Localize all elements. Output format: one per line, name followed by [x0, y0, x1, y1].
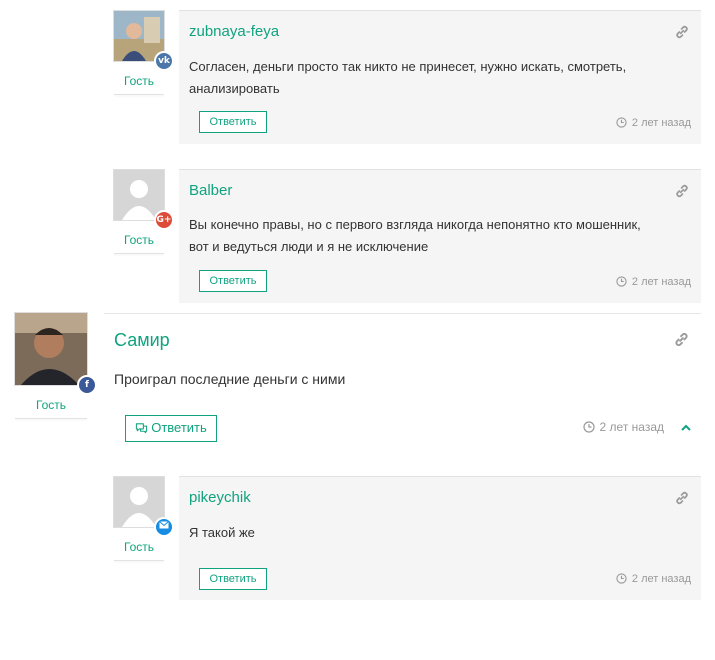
comment-author-block: f Гость: [14, 312, 97, 419]
comment-time: 2 лет назад: [616, 276, 691, 288]
divider: [114, 560, 164, 561]
link-icon[interactable]: [675, 25, 689, 44]
clock-icon: [582, 421, 595, 433]
comment-text: Я такой же: [189, 525, 255, 540]
link-icon[interactable]: [674, 332, 689, 352]
comment-text: Проиграл последние деньги с ними: [114, 371, 346, 387]
reply-button[interactable]: Ответить: [199, 568, 267, 590]
guest-label: Гость: [35, 398, 67, 412]
avatar[interactable]: vk: [113, 10, 174, 71]
comment-time: 2 лет назад: [582, 420, 664, 434]
guest-label: Гость: [123, 540, 155, 554]
comment-author-block: Гость: [102, 476, 176, 561]
comment-author-block: vk Гость: [102, 10, 176, 95]
comment-author-name[interactable]: Balber: [189, 182, 232, 199]
comment-text: Согласен, деньги просто так никто не при…: [189, 59, 627, 96]
divider: [15, 418, 87, 419]
comment-author-name[interactable]: zubnaya-feya: [189, 23, 279, 40]
comment-card: Самир Проиграл последние деньги с ними О…: [104, 313, 701, 448]
mail-icon[interactable]: [154, 517, 174, 537]
comment-text: Вы конечно правы, но с первого взгляда н…: [189, 217, 641, 254]
facebook-icon[interactable]: f: [77, 375, 97, 395]
guest-label: Гость: [123, 74, 155, 88]
guest-label: Гость: [123, 233, 155, 247]
clock-icon: [616, 573, 627, 584]
user-photo-icon: [15, 313, 87, 385]
comment-author-name[interactable]: Самир: [114, 330, 170, 351]
chat-icon: [136, 423, 148, 434]
clock-icon: [616, 117, 627, 128]
divider: [114, 94, 164, 95]
comment-card: zubnaya-feya Согласен, деньги просто так…: [179, 10, 701, 144]
collapse-chevron-up-icon[interactable]: [680, 420, 692, 438]
link-icon[interactable]: [675, 184, 689, 203]
comment-author-name[interactable]: pikeychik: [189, 489, 251, 506]
vk-icon[interactable]: vk: [154, 51, 174, 71]
google-plus-icon[interactable]: G+: [154, 210, 174, 230]
link-icon[interactable]: [675, 491, 689, 510]
comment-time: 2 лет назад: [616, 573, 691, 585]
avatar[interactable]: f: [14, 312, 97, 395]
divider: [114, 253, 164, 254]
reply-button[interactable]: Ответить: [199, 270, 267, 292]
reply-button[interactable]: Ответить: [199, 111, 267, 133]
clock-icon: [616, 276, 627, 287]
comment-card: pikeychik Я такой же Ответить 2 лет наза…: [179, 476, 701, 600]
comment-card: Balber Вы конечно правы, но с первого вз…: [179, 169, 701, 303]
comment-author-block: G+ Гость: [102, 169, 176, 254]
comment-time: 2 лет назад: [616, 117, 691, 129]
avatar[interactable]: [113, 476, 174, 537]
avatar[interactable]: G+: [113, 169, 174, 230]
reply-button[interactable]: Ответить: [125, 415, 217, 442]
